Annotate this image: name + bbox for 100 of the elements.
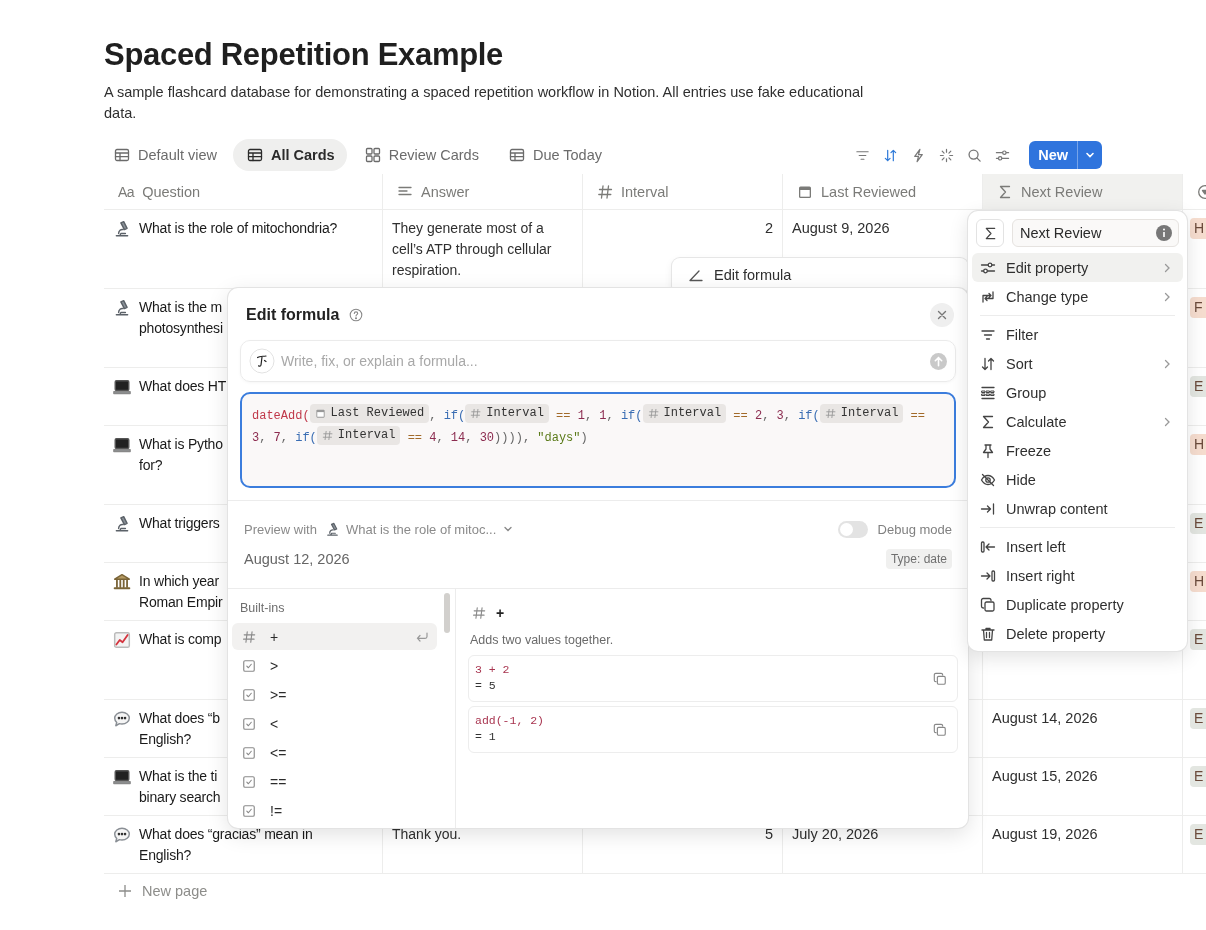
checkbox-icon: [242, 687, 256, 702]
function-item[interactable]: +: [232, 623, 437, 650]
question-text[interactable]: What does HT: [139, 376, 227, 397]
new-button[interactable]: New: [1029, 141, 1102, 169]
property-name: Interval: [840, 405, 899, 422]
date-text: July 20, 2026: [792, 826, 879, 842]
view-tab[interactable]: Review Cards: [350, 139, 491, 171]
question-text[interactable]: What triggers: [139, 513, 220, 534]
status-tag: E: [1190, 708, 1206, 729]
example-code: add(-1, 2): [475, 713, 544, 729]
hash-icon: [647, 408, 659, 419]
debug-label: Debug mode: [877, 521, 952, 537]
menu-item[interactable]: Group: [972, 378, 1183, 407]
sort-icon: [980, 355, 996, 372]
view-tab[interactable]: All Cards: [233, 139, 347, 171]
function-item[interactable]: <: [232, 710, 437, 737]
function-item[interactable]: >=: [232, 681, 437, 708]
question-text[interactable]: What is comp: [139, 629, 222, 650]
laptop-icon: [113, 436, 131, 454]
function-item[interactable]: <=: [232, 739, 437, 766]
menu-item[interactable]: Unwrap content: [972, 494, 1183, 523]
dialog-title: Edit formula: [246, 306, 340, 324]
prompt-field[interactable]: Write, fix, or explain a formula...: [240, 340, 956, 382]
hash-icon: [242, 629, 256, 644]
section-heading: Built-ins: [239, 600, 286, 617]
question-text[interactable]: What is the ti binary search: [139, 766, 221, 808]
microscope-icon: [113, 515, 131, 533]
function-item[interactable]: >: [232, 652, 437, 679]
function-item[interactable]: !=: [232, 797, 437, 824]
eye-off-icon: [980, 471, 996, 488]
pin-icon: [980, 442, 996, 459]
trash-icon: [980, 625, 996, 642]
function-description: Adds two values together.: [470, 633, 615, 647]
status-tag: E: [1190, 376, 1206, 397]
property-name: Interval: [486, 405, 544, 422]
view-tab[interactable]: Due Today: [494, 139, 614, 171]
column-header[interactable]: Aa Question: [104, 174, 383, 209]
column-header[interactable]: Next Review: [983, 174, 1183, 209]
menu-item[interactable]: Filter: [972, 320, 1183, 349]
sigma-icon: [980, 413, 996, 430]
microscope-icon: [324, 521, 340, 537]
hash-icon: [470, 408, 482, 419]
menu-item[interactable]: Duplicate property: [972, 590, 1183, 619]
property-type-button[interactable]: [976, 219, 1004, 247]
question-text[interactable]: What is Pytho for?: [139, 434, 223, 476]
formula-input[interactable]: dateAdd( Last Reviewed , if( Interval == 1, 1, if( Interval == 2, 3, if( Interval == 3, 7, if( Interval == 4, 14, 30)))), "days"): [240, 392, 956, 488]
question-text[interactable]: What does “gracias” mean in English?: [139, 824, 313, 866]
scrollbar-thumb[interactable]: [444, 593, 450, 633]
new-page-button[interactable]: New page: [104, 874, 1206, 908]
prompt-input[interactable]: Write, fix, or explain a formula...: [279, 352, 926, 370]
gallery-icon: [364, 147, 381, 163]
close-icon: [936, 309, 948, 321]
debug-toggle[interactable]: [837, 520, 868, 538]
close-button[interactable]: [930, 303, 954, 327]
insert-left-icon: [980, 538, 996, 555]
insert-right-icon: [980, 567, 996, 584]
sparkle-icon[interactable]: [939, 147, 955, 163]
search-icon[interactable]: [967, 147, 983, 163]
property-name-field[interactable]: Next Review: [1012, 219, 1179, 247]
title-glyph: Aa: [118, 183, 135, 200]
calendar-icon: [314, 408, 326, 419]
chart-icon: [113, 631, 131, 649]
property-name: Last Reviewed: [330, 405, 425, 422]
plus-icon: [118, 884, 132, 898]
menu-item[interactable]: Edit property: [972, 253, 1183, 282]
question-text[interactable]: What is the m photosynthesi: [139, 297, 223, 339]
menu-item[interactable]: Change type: [972, 282, 1183, 311]
example-code: 3 + 2: [475, 662, 510, 678]
status-tag: E: [1190, 766, 1206, 787]
copy-icon: [933, 672, 947, 686]
question-text[interactable]: In which year Roman Empir: [139, 571, 223, 613]
page-picker[interactable]: What is the role of mitoc...: [324, 521, 515, 537]
laptop-icon: [113, 768, 131, 786]
sigma-icon: [997, 183, 1013, 200]
question-text[interactable]: What does “b English?: [139, 708, 220, 750]
answer-text: They generate most of a cell’s ATP through cellular respiration.: [392, 219, 553, 280]
help-icon[interactable]: [349, 308, 364, 322]
checkbox-icon: [242, 774, 256, 789]
menu-item[interactable]: Delete property: [972, 619, 1183, 648]
view-tab[interactable]: Default view: [100, 139, 229, 171]
menu-item[interactable]: Insert right: [972, 561, 1183, 590]
example-result: = 5: [475, 678, 497, 694]
table-icon: [508, 147, 525, 163]
question-text[interactable]: What is the role of mitochondria?: [139, 218, 338, 239]
status-tag: H: [1190, 571, 1206, 592]
function-item[interactable]: ==: [232, 768, 437, 795]
column-header[interactable]: Interval: [583, 174, 783, 209]
interval-value: 5: [764, 826, 773, 842]
hash-icon: [472, 606, 486, 620]
date-text: August 14, 2026: [992, 710, 1098, 726]
menu-item[interactable]: Sort: [972, 349, 1183, 378]
menu-item[interactable]: Hide: [972, 465, 1183, 494]
column-header[interactable]: Answer: [383, 174, 583, 209]
speech-bubble-icon: [113, 826, 131, 844]
microscope-icon: [113, 299, 131, 317]
menu-item[interactable]: Calculate: [972, 407, 1183, 436]
menu-item[interactable]: Freeze: [972, 436, 1183, 465]
preview-result: August 12, 2026: [244, 551, 350, 567]
info-icon[interactable]: [1156, 225, 1172, 241]
menu-item[interactable]: Insert left: [972, 532, 1183, 561]
